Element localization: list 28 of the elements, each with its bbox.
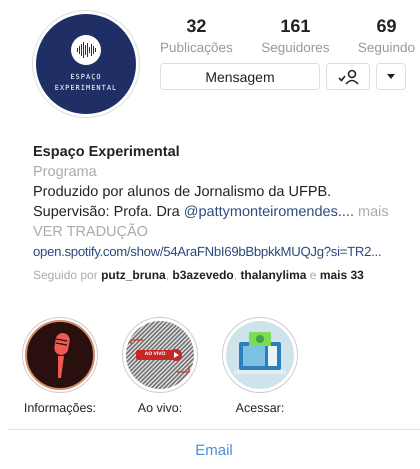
- more-link[interactable]: mais: [358, 204, 389, 220]
- highlight-label: Acessar:: [236, 401, 284, 415]
- mention-link[interactable]: @pattymonteiromendes....: [184, 204, 354, 220]
- website-link[interactable]: open.spotify.com/show/54AraFNbI69bBbpkkMUQJg?si=TR2...: [33, 242, 382, 262]
- caret-icon: [387, 74, 395, 79]
- person-check-icon: [338, 68, 358, 84]
- following-button[interactable]: [326, 63, 370, 90]
- stat-label[interactable]: Publicações: [160, 40, 233, 55]
- profile-name: Espaço Experimental: [33, 143, 180, 162]
- stat-label[interactable]: Seguidores: [261, 40, 330, 55]
- stat-label[interactable]: Seguindo: [358, 40, 415, 55]
- computer-cover-icon: [225, 320, 295, 390]
- sound-wave-icon: [76, 41, 96, 59]
- stat-count: 161: [280, 16, 310, 37]
- bio-text: Produzido por alunos de Jornalismo da UFPB.: [33, 183, 332, 202]
- highlight-label: Informações:: [24, 401, 96, 415]
- message-button[interactable]: Mensagem: [160, 63, 320, 90]
- translate-link[interactable]: VER TRADUÇÃO: [33, 222, 148, 242]
- followed-by-text: Seguido por putz_bruna, b3azevedo, thalanylima e mais 33: [33, 267, 364, 284]
- email-button[interactable]: Email: [195, 442, 233, 459]
- dropdown-button[interactable]: [376, 63, 406, 90]
- profile-category: Programa: [33, 163, 97, 182]
- bio-text: Supervisão: Profa. Dra @pattymonteiromendes.... mais: [33, 203, 389, 222]
- stat-count: 32: [186, 16, 206, 37]
- live-cover-icon: [125, 320, 195, 390]
- stat-count: 69: [376, 16, 396, 37]
- highlight-label: Ao vivo:: [138, 401, 182, 415]
- microphone-cover-icon: [25, 320, 95, 390]
